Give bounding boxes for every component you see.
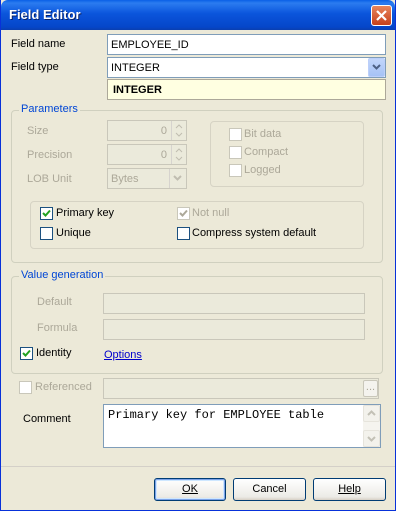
checkmark-icon: [22, 349, 31, 357]
scroll-up-button[interactable]: [363, 405, 380, 422]
not-null-checkbox[interactable]: [177, 207, 190, 220]
logged-checkbox[interactable]: [229, 164, 242, 177]
formula-label: Formula: [37, 322, 78, 334]
formula-input[interactable]: [103, 319, 365, 340]
help-button[interactable]: Help: [313, 478, 386, 501]
logged-label: Logged: [244, 164, 281, 176]
field-name-input[interactable]: EMPLOYEE_ID: [107, 34, 386, 55]
ellipsis-icon: ...: [365, 381, 376, 393]
title-bar[interactable]: Field Editor: [1, 0, 395, 30]
ok-button-label: OK: [182, 483, 198, 495]
parameters-title: Parameters: [19, 103, 80, 115]
cancel-button-label: Cancel: [252, 483, 287, 495]
size-label: Size: [27, 125, 49, 137]
bit-data-label: Bit data: [244, 128, 282, 140]
primary-key-checkbox[interactable]: [40, 207, 53, 220]
lob-unit-dropdown-button[interactable]: [169, 169, 186, 188]
chevron-down-icon: [372, 64, 381, 70]
precision-value: 0: [160, 149, 167, 161]
chevron-down-icon: [367, 436, 376, 442]
field-type-dropdown-button[interactable]: [368, 58, 385, 77]
help-button-label: Help: [338, 483, 361, 495]
window-title: Field Editor: [9, 7, 81, 22]
checkmark-icon: [179, 209, 188, 217]
not-null-label: Not null: [192, 207, 230, 219]
primary-key-label: Primary key: [56, 207, 115, 219]
field-type-display: INTEGER: [107, 79, 386, 100]
size-value: 0: [160, 125, 167, 137]
bit-data-checkbox[interactable]: [229, 128, 242, 141]
referenced-checkbox[interactable]: [19, 381, 32, 394]
value-generation-title: Value generation: [19, 269, 106, 281]
field-name-label: Field name: [11, 38, 66, 50]
checkmark-icon: [42, 209, 51, 217]
compact-checkbox[interactable]: [229, 146, 242, 159]
identity-label: Identity: [36, 347, 72, 359]
field-type-select[interactable]: INTEGER: [107, 57, 386, 78]
field-editor-window: Field Editor Field name EMPLOYEE_ID Fiel…: [0, 0, 396, 511]
default-input[interactable]: [103, 293, 365, 314]
referenced-browse-button[interactable]: ...: [363, 380, 378, 397]
referenced-label: Referenced: [35, 381, 92, 393]
identity-checkbox[interactable]: [20, 347, 33, 360]
close-button[interactable]: [371, 5, 392, 26]
field-type-label: Field type: [11, 61, 59, 73]
precision-spinner[interactable]: [171, 145, 186, 164]
referenced-input[interactable]: [103, 378, 379, 399]
size-spinner[interactable]: [171, 121, 186, 140]
comment-scrollbar[interactable]: [363, 405, 380, 447]
comment-textarea[interactable]: Primary key for EMPLOYEE table: [103, 404, 381, 448]
chevron-down-icon: [173, 175, 182, 181]
comment-label: Comment: [23, 413, 71, 425]
options-link[interactable]: Options: [104, 349, 142, 361]
close-icon: [376, 10, 387, 21]
lob-unit-value: Bytes: [111, 173, 139, 185]
default-label: Default: [37, 296, 72, 308]
chevron-up-icon: [367, 410, 376, 416]
compress-label: Compress system default: [192, 227, 317, 239]
spin-arrows-icon: [175, 148, 183, 161]
ok-button[interactable]: OK: [154, 478, 226, 501]
comment-text: Primary key for EMPLOYEE table: [108, 408, 325, 422]
footer-divider: [1, 466, 395, 467]
scroll-down-button[interactable]: [363, 430, 380, 447]
lob-unit-label: LOB Unit: [27, 173, 72, 185]
compress-checkbox[interactable]: [177, 227, 190, 240]
precision-label: Precision: [27, 149, 73, 161]
field-type-value: INTEGER: [111, 62, 160, 74]
unique-checkbox[interactable]: [40, 227, 53, 240]
unique-label: Unique: [56, 227, 91, 239]
spin-arrows-icon: [175, 124, 183, 137]
cancel-button[interactable]: Cancel: [233, 478, 306, 501]
compact-label: Compact: [244, 146, 289, 158]
